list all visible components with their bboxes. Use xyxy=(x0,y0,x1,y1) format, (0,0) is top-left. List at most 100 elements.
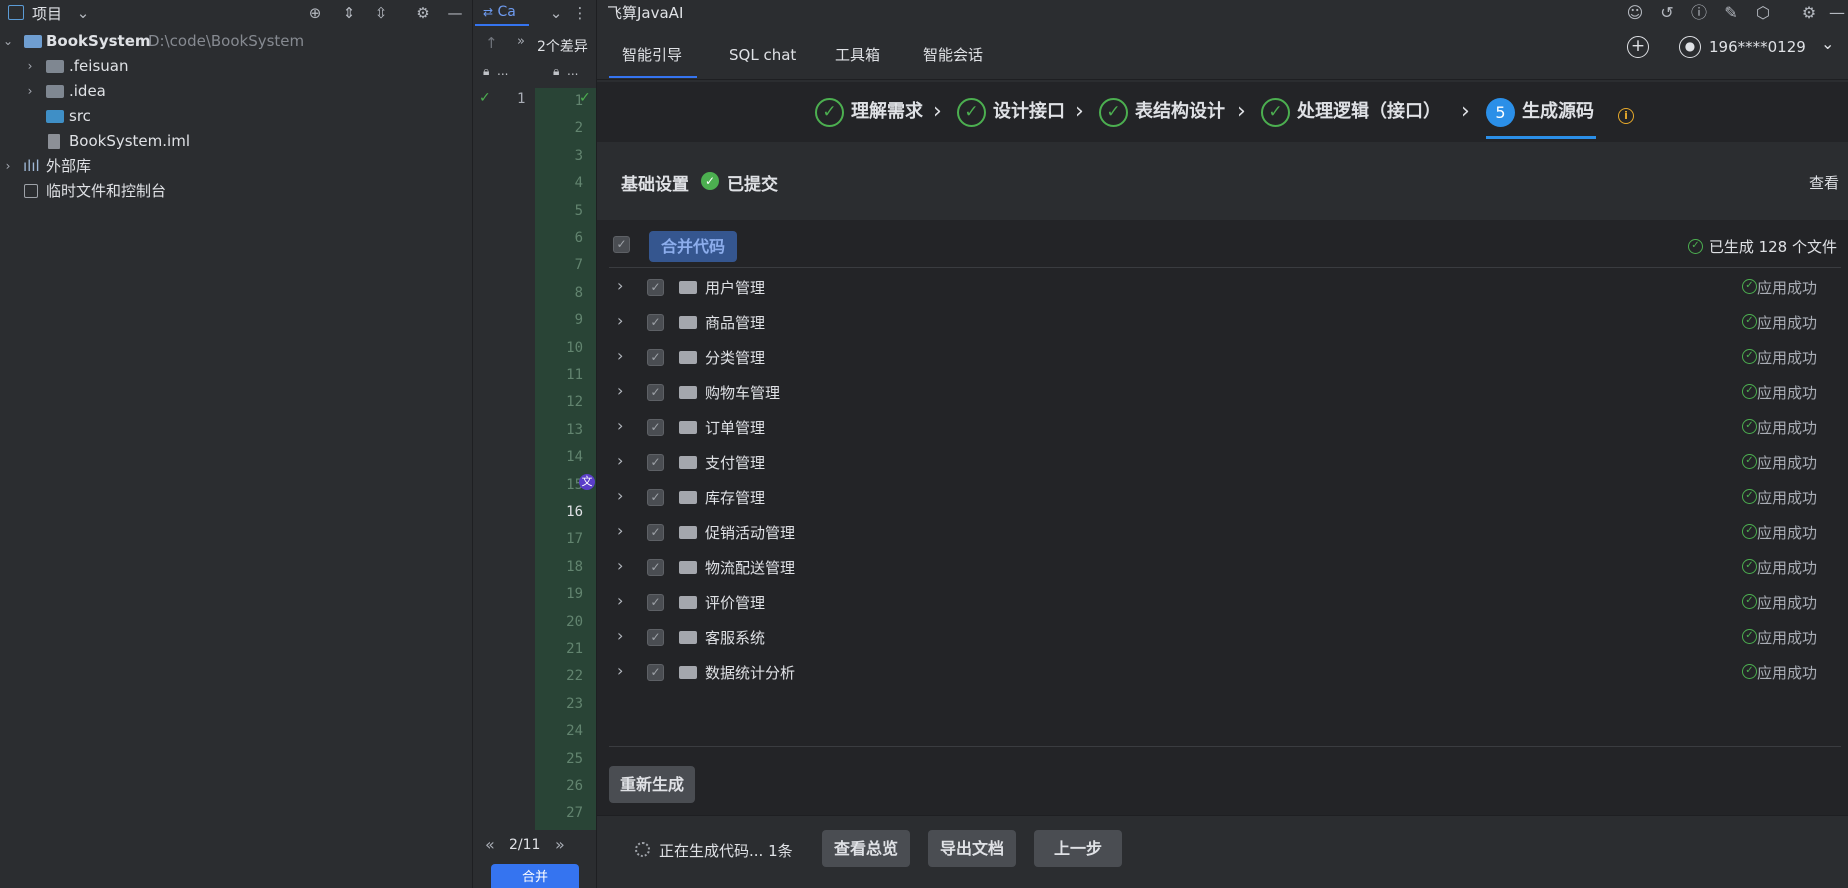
module-checkbox[interactable]: ✓ xyxy=(647,454,664,471)
add-icon[interactable]: + xyxy=(1627,36,1649,58)
module-checkbox[interactable]: ✓ xyxy=(647,594,664,611)
chevron-down-icon[interactable]: ⌄ xyxy=(72,2,94,24)
tree-item-booksystem[interactable]: ⌄ BookSystem D:\code\BookSystem xyxy=(0,29,472,53)
tab-sql-chat[interactable]: SQL chat xyxy=(729,34,796,78)
chevron-right-icon[interactable]: › xyxy=(617,661,623,680)
chevron-right-icon[interactable]: › xyxy=(617,486,623,505)
check-circle-icon: ✓ xyxy=(1742,629,1757,644)
step-design-api[interactable]: ✓ 设计接口 xyxy=(957,94,1065,130)
user-avatar-icon[interactable]: ● xyxy=(1679,36,1701,58)
chevron-right-icon[interactable]: › xyxy=(22,79,38,103)
ai-badge-icon[interactable]: 文 xyxy=(579,474,595,490)
chevron-right-icon[interactable]: › xyxy=(22,54,38,78)
step-table-design[interactable]: ✓ 表结构设计 xyxy=(1099,94,1225,130)
module-row[interactable]: › ✓ 物流配送管理 ✓ 应用成功 xyxy=(609,550,1841,585)
lock-dots: ... xyxy=(497,64,509,78)
arrow-up-icon[interactable]: ↑ xyxy=(485,34,498,52)
select-all-checkbox[interactable]: ✓ xyxy=(613,236,630,253)
module-status: 应用成功 xyxy=(1756,279,1817,297)
check-circle-icon: ✓ xyxy=(1742,419,1757,434)
help-icon[interactable]: ⓘ xyxy=(1687,1,1711,25)
view-link[interactable]: 查看 xyxy=(1809,172,1839,193)
view-overview-button[interactable]: 查看总览 xyxy=(822,830,910,867)
tree-item-src[interactable]: src xyxy=(0,104,472,128)
chevron-right-icon[interactable]: › xyxy=(617,591,623,610)
module-row[interactable]: › ✓ 库存管理 ✓ 应用成功 xyxy=(609,480,1841,515)
tree-item-iml[interactable]: BookSystem.iml xyxy=(0,129,472,153)
edit-icon[interactable]: ✎ xyxy=(1719,1,1743,25)
step-logic[interactable]: ✓ 处理逻辑（接口） xyxy=(1261,94,1441,130)
module-checkbox[interactable]: ✓ xyxy=(647,629,664,646)
module-row[interactable]: › ✓ 商品管理 ✓ 应用成功 xyxy=(609,305,1841,340)
chevron-right-icon[interactable]: › xyxy=(617,626,623,645)
chevron-right-icon[interactable]: › xyxy=(617,276,623,295)
ai-assistant-icon[interactable]: ☺ xyxy=(1623,1,1647,25)
tab-smart-guide[interactable]: 智能引导 xyxy=(609,34,697,78)
project-title[interactable]: 项目 xyxy=(32,3,62,24)
module-row[interactable]: › ✓ 数据统计分析 ✓ 应用成功 xyxy=(609,655,1841,690)
step-label: 处理逻辑（接口） xyxy=(1297,101,1441,122)
settings-hex-icon[interactable]: ⬡ xyxy=(1751,1,1775,25)
chevron-right-icon[interactable]: › xyxy=(617,346,623,365)
export-doc-button[interactable]: 导出文档 xyxy=(928,830,1016,867)
module-row[interactable]: › ✓ 支付管理 ✓ 应用成功 xyxy=(609,445,1841,480)
chevron-right-icon[interactable]: › xyxy=(617,416,623,435)
chevron-right-icon[interactable]: » xyxy=(517,34,525,49)
step-generate-source[interactable]: 5 生成源码 xyxy=(1486,94,1594,130)
chevron-right-icon[interactable]: › xyxy=(617,556,623,575)
tree-item-feisuan[interactable]: › .feisuan xyxy=(0,54,472,78)
diff-tab[interactable]: ⇄ Ca xyxy=(475,0,529,26)
module-row[interactable]: › ✓ 购物车管理 ✓ 应用成功 xyxy=(609,375,1841,410)
info-icon[interactable]: i xyxy=(1618,108,1634,124)
chevron-down-icon[interactable]: ⌄ xyxy=(545,2,567,24)
module-checkbox[interactable]: ✓ xyxy=(647,384,664,401)
chevron-right-icon[interactable]: › xyxy=(617,311,623,330)
step-label: 生成源码 xyxy=(1522,101,1594,122)
locate-icon[interactable]: ⊕ xyxy=(304,2,326,24)
module-row[interactable]: › ✓ 用户管理 ✓ 应用成功 xyxy=(609,270,1841,305)
prev-step-button[interactable]: 上一步 xyxy=(1034,830,1122,867)
expand-all-icon[interactable]: ⇕ xyxy=(338,2,360,24)
tab-toolbox[interactable]: 工具箱 xyxy=(835,34,880,78)
chevron-right-icon[interactable]: › xyxy=(617,451,623,470)
merge-code-button[interactable]: 合并代码 xyxy=(649,231,737,262)
chevron-down-icon[interactable]: ⌄ xyxy=(0,29,16,53)
history-icon[interactable]: ↺ xyxy=(1655,1,1679,25)
module-checkbox[interactable]: ✓ xyxy=(647,419,664,436)
chevron-right-icon[interactable]: › xyxy=(617,521,623,540)
line-number: 8 xyxy=(574,284,583,301)
gear-icon[interactable]: ⚙ xyxy=(412,2,434,24)
regenerate-button[interactable]: 重新生成 xyxy=(609,766,695,803)
module-row[interactable]: › ✓ 促销活动管理 ✓ 应用成功 xyxy=(609,515,1841,550)
gear-icon[interactable]: ⚙ xyxy=(1797,1,1821,25)
chevron-right-icon[interactable]: › xyxy=(617,381,623,400)
module-row[interactable]: › ✓ 分类管理 ✓ 应用成功 xyxy=(609,340,1841,375)
module-checkbox[interactable]: ✓ xyxy=(647,349,664,366)
prev-diff-icon[interactable]: « xyxy=(485,835,495,854)
tab-smart-chat[interactable]: 智能会话 xyxy=(923,34,983,78)
module-checkbox[interactable]: ✓ xyxy=(647,489,664,506)
check-circle-icon: ✓ xyxy=(1742,279,1757,294)
merge-button[interactable]: 合并 xyxy=(491,864,579,888)
module-row[interactable]: › ✓ 评价管理 ✓ 应用成功 xyxy=(609,585,1841,620)
step-understand[interactable]: ✓ 理解需求 xyxy=(815,94,923,130)
minimize-icon[interactable]: — xyxy=(444,2,466,24)
account-name[interactable]: 196****0129 xyxy=(1709,38,1806,56)
tree-item-idea[interactable]: › .idea xyxy=(0,79,472,103)
module-row[interactable]: › ✓ 客服系统 ✓ 应用成功 xyxy=(609,620,1841,655)
module-row[interactable]: › ✓ 订单管理 ✓ 应用成功 xyxy=(609,410,1841,445)
chevron-right-icon[interactable]: › xyxy=(0,154,16,178)
module-checkbox[interactable]: ✓ xyxy=(647,314,664,331)
module-checkbox[interactable]: ✓ xyxy=(647,559,664,576)
next-diff-icon[interactable]: » xyxy=(555,835,565,854)
more-icon[interactable]: ⋮ xyxy=(569,2,591,24)
collapse-all-icon[interactable]: ⇳ xyxy=(370,2,392,24)
module-checkbox[interactable]: ✓ xyxy=(647,664,664,681)
minimize-icon[interactable]: — xyxy=(1825,1,1848,25)
chevron-down-icon[interactable]: ⌄ xyxy=(1821,34,1834,53)
tree-item-label: src xyxy=(69,107,91,125)
tree-item-scratches[interactable]: 临时文件和控制台 xyxy=(0,179,472,203)
tree-item-external-libs[interactable]: › ılıl 外部库 xyxy=(0,154,472,178)
module-checkbox[interactable]: ✓ xyxy=(647,524,664,541)
module-checkbox[interactable]: ✓ xyxy=(647,279,664,296)
